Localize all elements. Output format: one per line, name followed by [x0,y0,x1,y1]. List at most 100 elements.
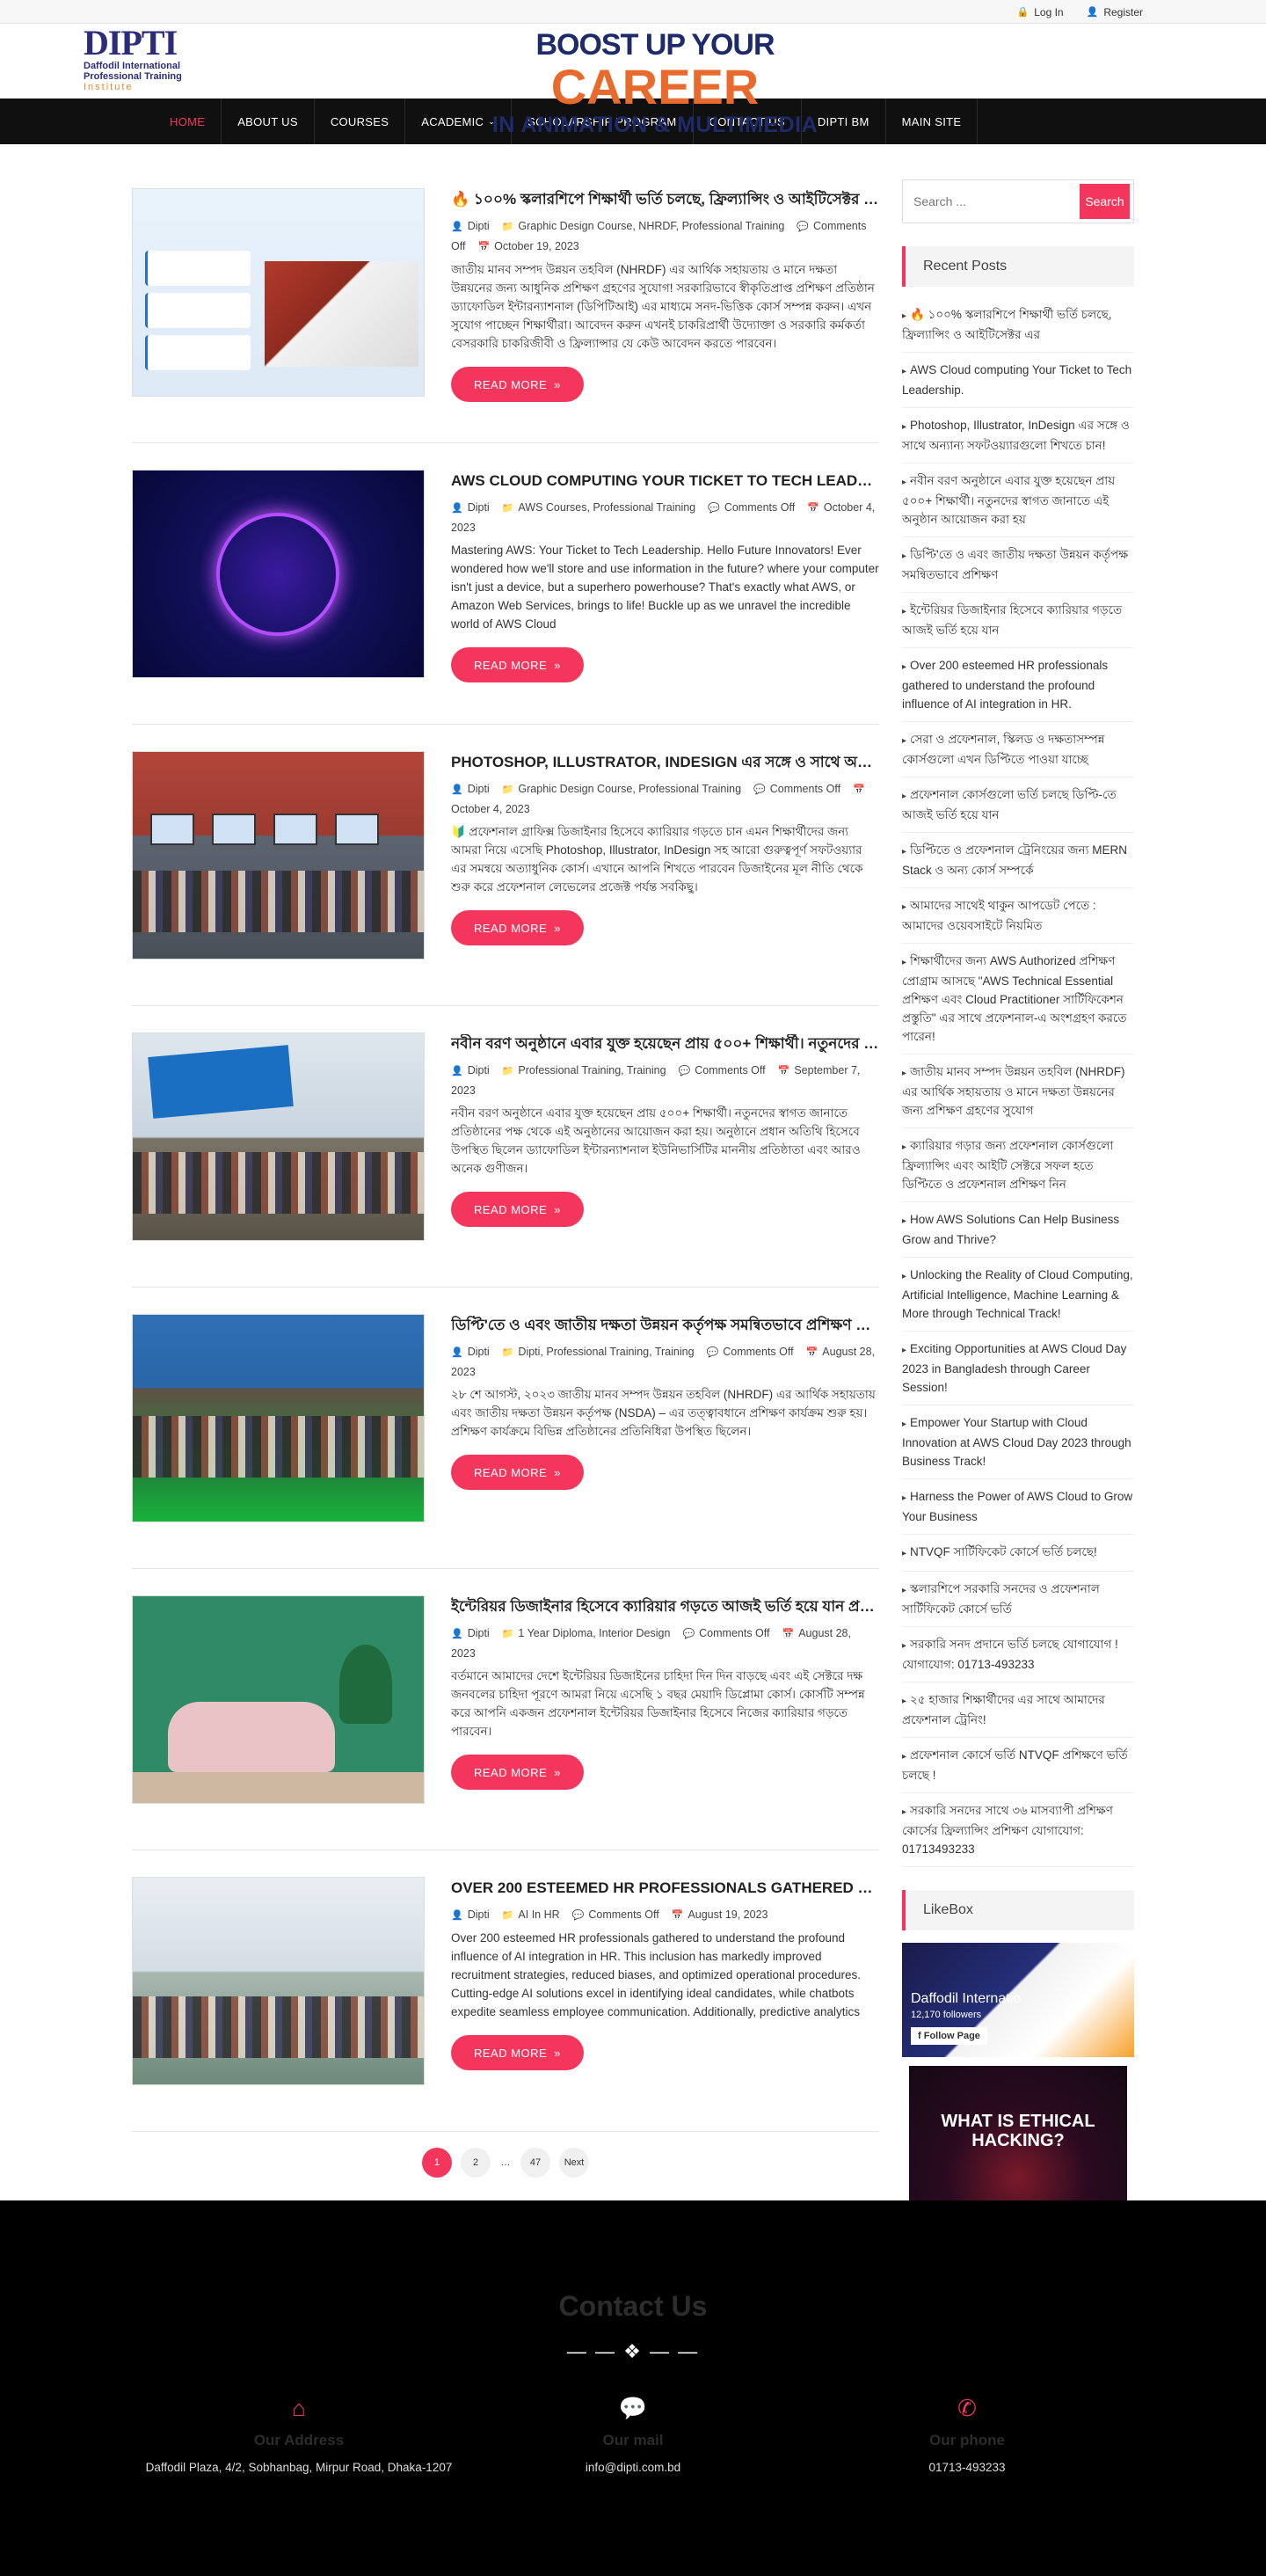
folder-icon: 📁 [501,1066,514,1076]
pagination-next[interactable]: Next [559,2148,589,2178]
nav-item-home[interactable]: HOME [154,99,222,144]
recent-post-item[interactable]: ▸ সেরা ও প্রফেশনাল, স্কিলড ও দক্ষতাসম্পন্… [902,722,1134,777]
mail-label: Our mail [602,2432,664,2448]
post-thumbnail[interactable] [132,188,425,397]
pagination-page[interactable]: 47 [520,2148,550,2178]
recent-post-item[interactable]: ▸ NTVQF সার্টিফিকেট কোর্সে ভর্তি চলছে! [902,1535,1134,1572]
bullet-icon: ▸ [902,902,907,912]
recent-post-item[interactable]: ▸ শিক্ষার্থীদের জন্য AWS Authorized প্রশি… [902,944,1134,1054]
calendar-icon: 📅 [782,1629,795,1639]
recent-post-item[interactable]: ▸ নবীন বরণ অনুষ্ঠানে এবার যুক্ত হয়েছেন প… [902,463,1134,537]
read-more-label: READ MORE [474,2046,548,2060]
recent-post-item[interactable]: ▸ প্রফেশনাল কোর্সগুলো ভর্তি চলছে ডিপ্টি-ত… [902,777,1134,833]
ethical-hacking-banner[interactable]: WHAT IS ETHICAL HACKING? [909,2066,1127,2207]
contact-ornament: — — ❖ — — [566,2340,700,2362]
post-title[interactable]: 🔥 ১০০% স্কলারশিপে শিক্ষার্থী ভর্তি চলছে,… [451,190,879,209]
post-author[interactable]: Dipti [468,501,490,514]
user-icon: 👤 [451,1629,463,1639]
phone-value[interactable]: 01713-493233 [800,2458,1134,2477]
recent-post-item[interactable]: ▸ How AWS Solutions Can Help Business Gro… [902,1202,1134,1258]
recent-post-item[interactable]: ▸ ইন্টেরিয়র ডিজাইনার হিসেবে ক্যারিয়ার গ… [902,593,1134,648]
comment-icon: 💬 [678,1066,691,1076]
post-categories[interactable]: Graphic Design Course, Professional Trai… [518,783,741,795]
bullet-icon: ▸ [902,1697,907,1706]
header-banner[interactable]: BOOST UP YOUR CAREER IN ANIMATION & MULT… [462,24,848,136]
recent-post-item[interactable]: ▸ Empower Your Startup with Cloud Innovat… [902,1405,1134,1479]
post-categories[interactable]: Professional Training, Training [518,1064,666,1076]
read-more-button[interactable]: READ MORE » [451,1755,584,1790]
thumb-card-art [145,293,251,328]
post-thumbnail[interactable] [132,470,425,678]
post-comments: Comments Off [724,501,796,514]
post-title[interactable]: OVER 200 ESTEEMED HR PROFESSIONALS GATHE… [451,1879,879,1898]
post-author[interactable]: Dipti [468,1346,490,1358]
post-categories[interactable]: Dipti, Professional Training, Training [518,1346,694,1358]
recent-post-item[interactable]: ▸ ক্যারিয়ার গড়ার জন্য প্রফেশনাল কোর্সগু… [902,1128,1134,1202]
post-body: 🔥 ১০০% স্কলারশিপে শিক্ষার্থী ভর্তি চলছে,… [451,188,879,442]
post-card: PHOTOSHOP, ILLUSTRATOR, INDESIGN এর সঙ্গ… [132,751,879,1006]
nav-item-courses[interactable]: COURSES [315,99,406,144]
double-chevron-right-icon: » [554,377,561,391]
double-chevron-right-icon: » [554,1202,561,1216]
nav-item-about-us[interactable]: ABOUT US [222,99,315,144]
post-categories[interactable]: 1 Year Diploma, Interior Design [518,1627,670,1639]
search-button[interactable]: Search [1080,184,1130,219]
recent-post-item[interactable]: ▸ সরকারি সনদের সাথে ৩৬ মাসব্যাপী প্রশিক্ষ… [902,1793,1134,1867]
post-title[interactable]: নবীন বরণ অনুষ্ঠানে এবার যুক্ত হয়েছেন প্… [451,1034,879,1054]
post-title[interactable]: PHOTOSHOP, ILLUSTRATOR, INDESIGN এর সঙ্গ… [451,753,879,772]
recent-post-item[interactable]: ▸ আমাদের সাথেই থাকুন আপডেট পেতে : আমাদের … [902,888,1134,944]
recent-post-title: Unlocking the Reality of Cloud Computing… [902,1268,1133,1320]
logo-line-3: Institute [84,82,134,92]
pagination-page[interactable]: 2 [461,2148,491,2178]
pagination-page[interactable]: 1 [422,2148,452,2178]
post-author[interactable]: Dipti [468,220,490,232]
post-author[interactable]: Dipti [468,783,490,795]
post-thumbnail[interactable] [132,751,425,960]
recent-post-item[interactable]: ▸ Unlocking the Reality of Cloud Computin… [902,1258,1134,1332]
search-input[interactable] [906,184,1080,219]
recent-post-item[interactable]: ▸ স্কলারশিপে সরকারি সনদের ও প্রফেশনাল সার… [902,1572,1134,1627]
register-link[interactable]: 👤 Register [1087,6,1143,18]
site-logo[interactable]: DIPTI Daffodil International Professiona… [84,24,198,96]
recent-post-item[interactable]: ▸ ২৫ হাজার শিক্ষার্থীদের এর সাথে আমাদের প… [902,1682,1134,1738]
read-more-button[interactable]: READ MORE » [451,647,584,682]
post-thumbnail[interactable] [132,1033,425,1241]
read-more-button[interactable]: READ MORE » [451,1192,584,1227]
bullet-icon: ▸ [902,607,907,617]
post-title[interactable]: ইন্টেরিয়র ডিজাইনার হিসেবে ক্যারিয়ার গড… [451,1597,879,1616]
recent-post-item[interactable]: ▸ Exciting Opportunities at AWS Cloud Day… [902,1332,1134,1405]
read-more-button[interactable]: READ MORE » [451,1455,584,1490]
recent-post-item[interactable]: ▸ প্রফেশনাল কোর্সে ভর্তি NTVQF প্রশিক্ষণে… [902,1738,1134,1793]
post-categories[interactable]: AWS Courses, Professional Training [518,501,695,514]
read-more-button[interactable]: READ MORE » [451,910,584,945]
nav-item-label: MAIN SITE [901,114,962,128]
post-thumbnail[interactable] [132,1314,425,1522]
login-link[interactable]: 🔒 Log In [1017,6,1064,18]
post-title[interactable]: AWS CLOUD COMPUTING YOUR TICKET TO TECH … [451,471,879,491]
nav-item-main-site[interactable]: MAIN SITE [886,99,979,144]
facebook-likebox[interactable]: Daffodil Internatio 12,170 followers f F… [902,1943,1134,2057]
post-author[interactable]: Dipti [468,1064,490,1076]
address-value: Daffodil Plaza, 4/2, Sobhanbag, Mirpur R… [145,2461,453,2474]
recent-post-item[interactable]: ▸ সরকারি সনদ প্রদানে ভর্তি চলছে যোগাযোগ !… [902,1627,1134,1682]
post-author[interactable]: Dipti [468,1908,490,1921]
recent-post-item[interactable]: ▸ AWS Cloud computing Your Ticket to Tech… [902,353,1134,408]
recent-post-item[interactable]: ▸ Photoshop, Illustrator, InDesign এর সঙ্… [902,408,1134,463]
recent-post-item[interactable]: ▸ ডিপ্টি'তে ও এবং জাতীয় দক্ষতা উন্নয়ন ক… [902,537,1134,593]
read-more-button[interactable]: READ MORE » [451,2035,584,2070]
post-thumbnail[interactable] [132,1595,425,1804]
recent-post-item[interactable]: ▸ 🔥 ১০০% স্কলারশিপে শিক্ষার্থী ভর্তি চলছে… [902,297,1134,353]
recent-post-item[interactable]: ▸ জাতীয় মানব সম্পদ উন্নয়ন তহবিল (NHRDF)… [902,1054,1134,1128]
follow-page-button[interactable]: f Follow Page [911,2027,987,2045]
post-categories[interactable]: AI In HR [518,1908,559,1921]
recent-post-item[interactable]: ▸ Over 200 esteemed HR professionals gath… [902,648,1134,722]
post-categories[interactable]: Graphic Design Course, NHRDF, Profession… [518,220,784,232]
read-more-button[interactable]: READ MORE » [451,367,584,402]
post-author[interactable]: Dipti [468,1627,490,1639]
recent-post-item[interactable]: ▸ ডিপ্টিতে ও প্রফেশনাল ট্রেনিংয়ের জন্য M… [902,833,1134,888]
post-thumbnail[interactable] [132,1877,425,2085]
post-title[interactable]: ডিপ্টি'তে ও এবং জাতীয় দক্ষতা উন্নয়ন কর… [451,1316,879,1335]
recent-post-title: ক্যারিয়ার গড়ার জন্য প্রফেশনাল কোর্সগুল… [902,1139,1114,1191]
recent-post-item[interactable]: ▸ Harness the Power of AWS Cloud to Grow … [902,1479,1134,1535]
mail-value[interactable]: info@dipti.com.bd [466,2458,800,2477]
